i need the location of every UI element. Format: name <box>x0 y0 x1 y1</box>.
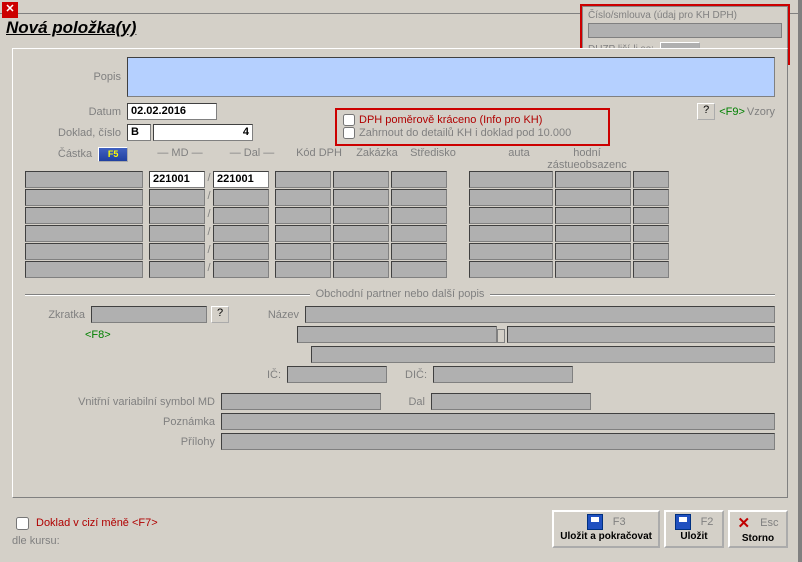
close-icon: ✕ <box>738 514 751 532</box>
vvs-md-field[interactable] <box>221 393 381 410</box>
cell-obs[interactable] <box>633 171 669 188</box>
save-icon <box>675 514 691 530</box>
zkratka-field[interactable] <box>91 306 207 323</box>
poznamka-field[interactable] <box>221 413 775 430</box>
split-handle[interactable] <box>497 329 505 343</box>
save-icon <box>587 514 603 530</box>
zkratka-help-button[interactable]: ? <box>211 306 229 323</box>
cell-hodni[interactable] <box>555 171 631 188</box>
contract-input[interactable] <box>588 23 782 38</box>
cell-dal[interactable]: 221001 <box>213 171 269 188</box>
cell-stredisko[interactable] <box>391 171 447 188</box>
ic-field[interactable] <box>287 366 387 383</box>
cell-zakazka[interactable] <box>333 171 389 188</box>
ic-label: IČ: <box>251 369 281 381</box>
poznamka-label: Poznámka <box>25 416 215 428</box>
grid: 221001 / 221001 / / / / / <box>25 171 775 278</box>
window-title: Nová položka(y) <box>6 18 136 38</box>
zahrnout-checkbox[interactable]: Zahrnout do detailů KH i doklad pod 10.0… <box>343 127 602 139</box>
cell-auta[interactable] <box>469 171 553 188</box>
nazev-field-2[interactable] <box>297 326 497 343</box>
col-kod: Kód DPH <box>289 147 349 171</box>
doklad-label: Doklad, číslo <box>25 127 121 139</box>
cizi-mena-checkbox[interactable]: Doklad v cizí měně <F7> <box>12 514 158 533</box>
dic-field[interactable] <box>433 366 573 383</box>
f5-icon[interactable]: F5 <box>98 147 128 162</box>
col-hodni: hodní zástueobsazenc <box>547 147 627 171</box>
dic-label: DIČ: <box>387 369 427 381</box>
cell-md[interactable]: 221001 <box>149 171 205 188</box>
vzory-key: <F9> <box>719 106 745 118</box>
col-dal: — Dal — <box>221 147 283 171</box>
kh-options-box: DPH poměrově kráceno (Info pro KH) Zahrn… <box>335 108 610 146</box>
cancel-button[interactable]: ✕Esc Storno <box>728 510 788 548</box>
nazev-field-1[interactable] <box>305 306 775 323</box>
vvs-dal-label: Dal <box>381 396 425 408</box>
prilohy-field[interactable] <box>221 433 775 450</box>
cell-castka[interactable] <box>25 171 143 188</box>
dph-pomer-checkbox[interactable]: DPH poměrově kráceno (Info pro KH) <box>343 114 602 126</box>
popis-label: Popis <box>25 71 121 83</box>
nazev-label: Název <box>229 309 299 321</box>
zkratka-label: Zkratka <box>25 309 85 321</box>
col-stredisko: Středisko <box>405 147 461 171</box>
grid-row: / <box>25 189 775 206</box>
col-auta: auta <box>491 147 547 171</box>
vzory-label: Vzory <box>747 106 775 118</box>
save-continue-button[interactable]: F3 Uložit a pokračovat <box>552 510 660 548</box>
prilohy-label: Přílohy <box>25 436 215 448</box>
grid-row: 221001 / 221001 <box>25 171 775 188</box>
datum-field[interactable]: 02.02.2016 <box>127 103 217 120</box>
save-button[interactable]: F2 Uložit <box>664 510 724 548</box>
nazev-field-4[interactable] <box>311 346 775 363</box>
kurs-label: dle kursu: <box>12 535 158 547</box>
cell-kod[interactable] <box>275 171 331 188</box>
grid-row: / <box>25 243 775 260</box>
doklad-cislo-field[interactable]: 4 <box>153 124 253 141</box>
grid-row: / <box>25 225 775 242</box>
grid-row: / <box>25 207 775 224</box>
grid-row: / <box>25 261 775 278</box>
nazev-field-3[interactable] <box>507 326 775 343</box>
popis-textarea[interactable] <box>127 57 775 97</box>
contract-label: Číslo/smlouva (údaj pro KH DPH) <box>588 10 782 21</box>
datum-label: Datum <box>25 106 121 118</box>
col-md: — MD — <box>149 147 211 171</box>
partner-title: Obchodní partner nebo další popis <box>310 288 491 300</box>
vvs-label: Vnitřní variabilní symbol MD <box>25 396 215 408</box>
f8-hint: <F8> <box>85 329 111 341</box>
vvs-dal-field[interactable] <box>431 393 591 410</box>
close-icon[interactable]: ✕ <box>2 2 18 18</box>
doklad-serie-field[interactable]: B <box>127 124 151 141</box>
col-zakazka: Zakázka <box>349 147 405 171</box>
col-castka: Částka <box>58 148 92 160</box>
help-button[interactable]: ? <box>697 103 715 120</box>
